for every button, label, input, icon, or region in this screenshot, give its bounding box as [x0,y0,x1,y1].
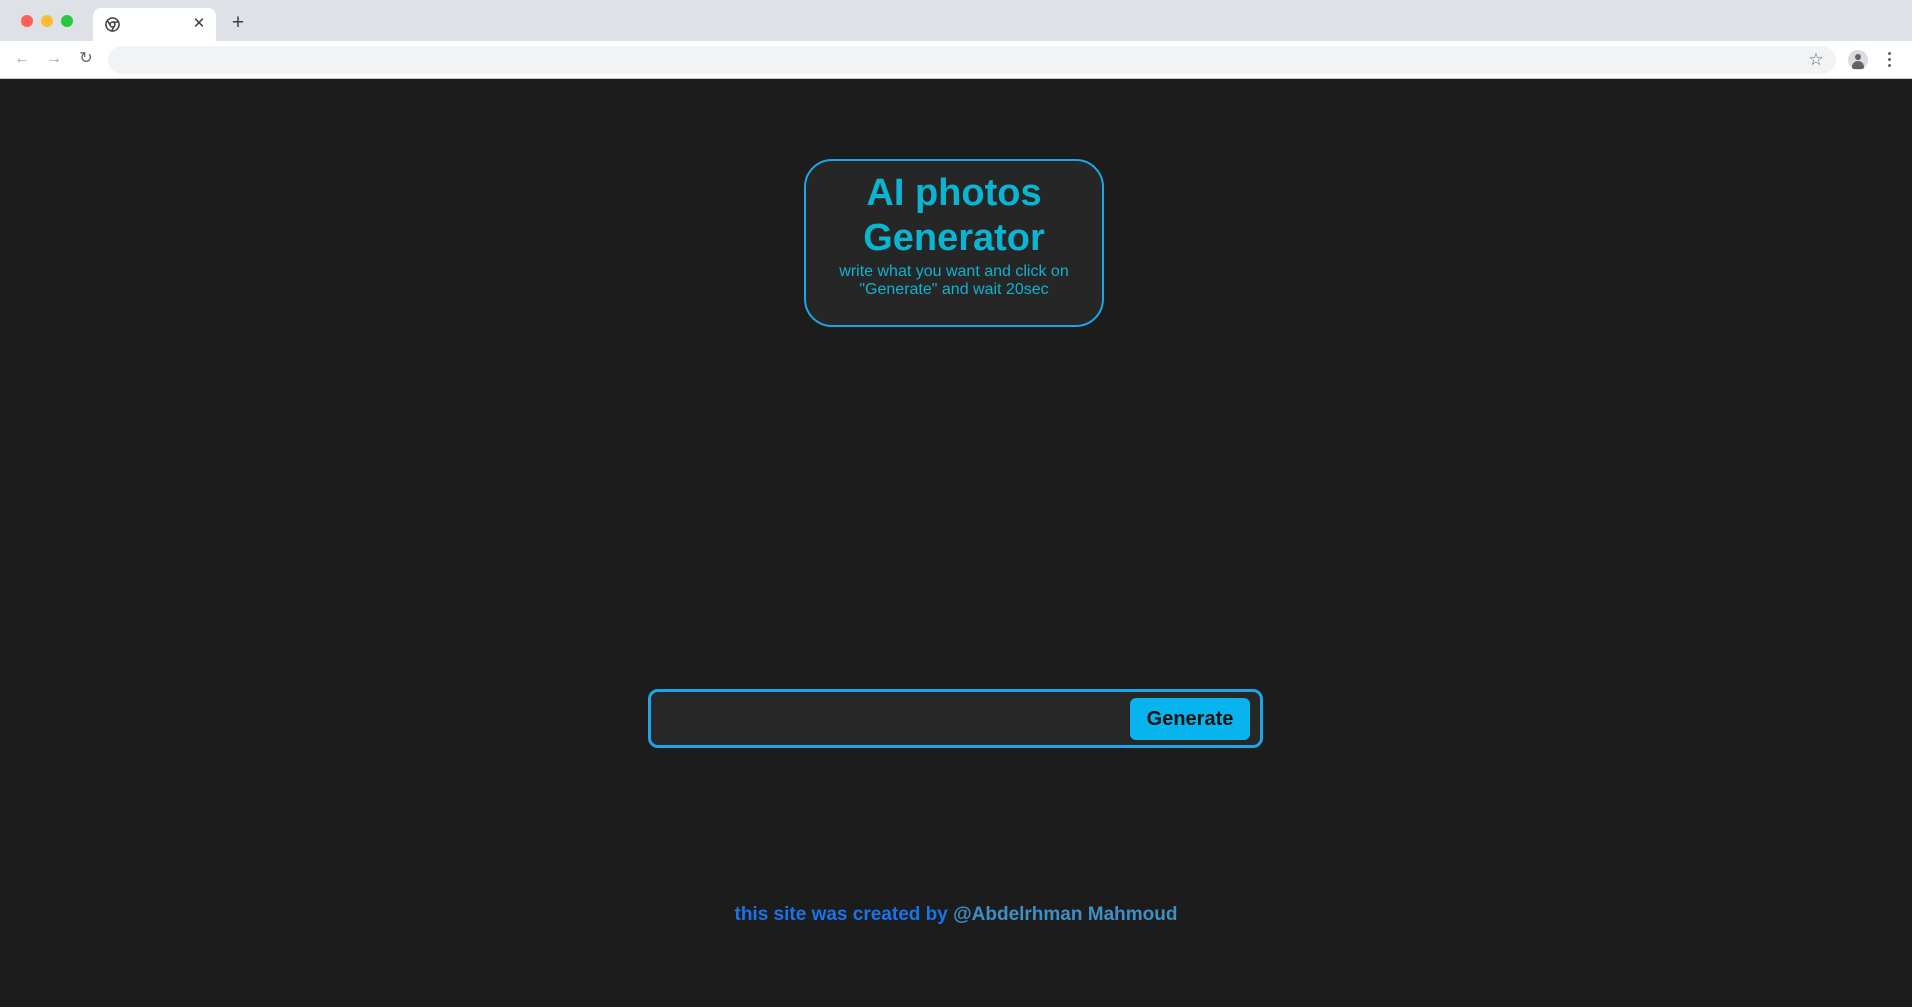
page-content: AI photos Generator write what you want … [0,79,1912,1007]
back-arrow-icon[interactable]: ← [12,49,32,69]
tab-strip: ✕ + [0,0,1912,41]
footer: this site was created by @Abdelrhman Mah… [0,904,1912,926]
minimize-window-button[interactable] [41,15,53,27]
maximize-window-button[interactable] [61,15,73,27]
forward-arrow-icon[interactable]: → [44,49,64,69]
browser-window-chrome: ✕ + ← → ↻ ☆ [0,0,1912,79]
browser-tab[interactable]: ✕ [93,8,216,41]
footer-author-link[interactable]: @Abdelrhman Mahmoud [953,904,1177,925]
prompt-bar: Generate [648,689,1263,748]
prompt-input[interactable] [661,698,1125,740]
bookmark-star-icon[interactable]: ☆ [1806,50,1826,70]
generate-button[interactable]: Generate [1130,698,1250,740]
profile-avatar-icon[interactable] [1848,50,1868,70]
new-tab-button[interactable]: + [227,12,249,34]
page-title: AI photos Generator [863,172,1045,259]
close-window-button[interactable] [21,15,33,27]
chrome-icon [105,17,120,32]
close-tab-icon[interactable]: ✕ [190,15,208,33]
header-card: AI photos Generator write what you want … [804,159,1104,327]
reload-icon[interactable]: ↻ [76,49,96,69]
address-bar[interactable]: ☆ [108,46,1836,74]
page-subtitle: write what you want and click on "Genera… [839,263,1069,298]
footer-credit-text: this site was created by [734,904,948,925]
more-menu-icon[interactable] [1880,49,1900,69]
